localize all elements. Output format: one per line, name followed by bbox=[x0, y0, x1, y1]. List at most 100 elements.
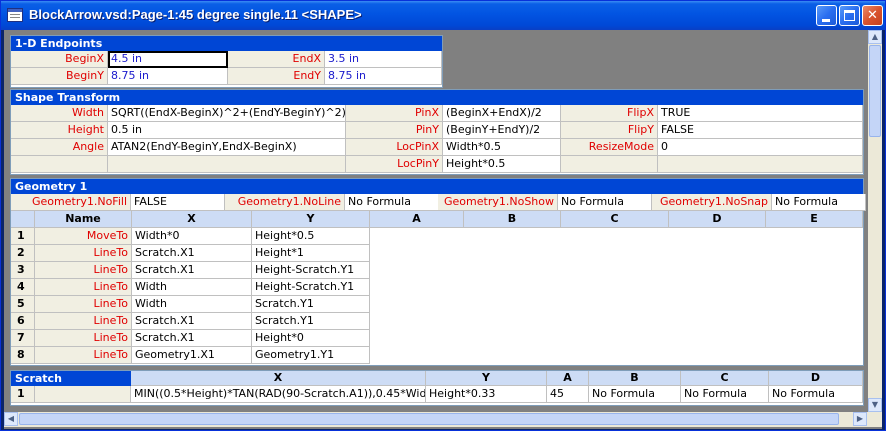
cell-y[interactable]: Height*1 bbox=[252, 245, 370, 262]
cell-x[interactable]: Scratch.X1 bbox=[132, 330, 252, 347]
column-header-b[interactable]: B bbox=[464, 211, 561, 228]
title-bar[interactable]: BlockArrow.vsd:Page-1:45 degree single.1… bbox=[1, 1, 885, 30]
column-header-a[interactable]: A bbox=[370, 211, 464, 228]
cell-y[interactable]: Scratch.Y1 bbox=[252, 313, 370, 330]
cell-row-name[interactable]: LineTo bbox=[35, 313, 132, 330]
horizontal-scroll-thumb[interactable] bbox=[19, 413, 839, 425]
cell-x[interactable]: Scratch.X1 bbox=[132, 245, 252, 262]
column-header-x[interactable]: X bbox=[132, 211, 252, 228]
section-title: Geometry 1 bbox=[11, 179, 863, 194]
column-header-d[interactable]: D bbox=[769, 371, 863, 386]
cell-value-height[interactable]: 0.5 in bbox=[108, 122, 346, 139]
cell-y[interactable]: Height*0.5 bbox=[252, 228, 370, 245]
cell-c[interactable]: No Formula bbox=[681, 386, 769, 403]
cell-b[interactable]: No Formula bbox=[589, 386, 681, 403]
cell-value-endy[interactable]: 8.75 in bbox=[325, 68, 442, 85]
row-number: 1 bbox=[11, 228, 35, 245]
cell-label-empty bbox=[11, 156, 108, 173]
cell-value-locpiny[interactable]: Height*0.5 bbox=[443, 156, 561, 173]
cell-value-beginy[interactable]: 8.75 in bbox=[108, 68, 228, 85]
cell-row-name[interactable]: LineTo bbox=[35, 279, 132, 296]
column-header-y[interactable]: Y bbox=[426, 371, 547, 386]
cell-value-flipx[interactable]: TRUE bbox=[658, 105, 863, 122]
cell-label-empty bbox=[561, 156, 658, 173]
cell-a[interactable]: 45 bbox=[547, 386, 589, 403]
column-header-e[interactable]: E bbox=[766, 211, 863, 228]
section-title: Scratch bbox=[11, 371, 131, 386]
scroll-left-button[interactable]: ◀ bbox=[4, 412, 18, 426]
cell-row-name[interactable]: LineTo bbox=[35, 296, 132, 313]
cell-label-endx: EndX bbox=[228, 51, 325, 68]
cell-label-flipy: FlipY bbox=[561, 122, 658, 139]
close-icon: ✕ bbox=[867, 8, 878, 23]
cell-row-name[interactable]: LineTo bbox=[35, 245, 132, 262]
cell-x[interactable]: Scratch.X1 bbox=[132, 313, 252, 330]
cell-x[interactable]: MIN((0.5*Height)*TAN(RAD(90-Scratch.A1))… bbox=[131, 386, 426, 403]
cell-y[interactable]: Height*0 bbox=[252, 330, 370, 347]
cell-value-width[interactable]: SQRT((EndX-BeginX)^2+(EndY-BeginY)^2) bbox=[108, 105, 346, 122]
cell-row-name[interactable]: MoveTo bbox=[35, 228, 132, 245]
horizontal-scrollbar[interactable]: ◀ ▶ bbox=[4, 412, 868, 427]
cell-row-name[interactable]: LineTo bbox=[35, 262, 132, 279]
cell-value-resizemode[interactable]: 0 bbox=[658, 139, 863, 156]
cell-value-flipy[interactable]: FALSE bbox=[658, 122, 863, 139]
column-header-a[interactable]: A bbox=[547, 371, 589, 386]
cell-label-geometry1-nofill: Geometry1.NoFill bbox=[11, 194, 131, 211]
cell-value-geometry1-noshow[interactable]: No Formula bbox=[558, 194, 652, 211]
arrow-up-icon: ▲ bbox=[871, 32, 879, 41]
vertical-scroll-thumb[interactable] bbox=[869, 45, 881, 137]
column-header-d[interactable]: D bbox=[669, 211, 766, 228]
column-header-y[interactable]: Y bbox=[252, 211, 370, 228]
row-header-corner bbox=[11, 211, 35, 228]
row-number: 2 bbox=[11, 245, 35, 262]
cell-value-geometry1-nofill[interactable]: FALSE bbox=[131, 194, 225, 211]
cell-value-endx[interactable]: 3.5 in bbox=[325, 51, 442, 68]
cell-label-resizemode: ResizeMode bbox=[561, 139, 658, 156]
column-header-c[interactable]: C bbox=[681, 371, 769, 386]
maximize-icon bbox=[844, 10, 855, 21]
cell-y[interactable]: Height*0.33 bbox=[426, 386, 547, 403]
column-header-x[interactable]: X bbox=[131, 371, 426, 386]
cell-y[interactable]: Scratch.Y1 bbox=[252, 296, 370, 313]
cell-value-geometry1-noline[interactable]: No Formula bbox=[345, 194, 439, 211]
cell-value-locpinx[interactable]: Width*0.5 bbox=[443, 139, 561, 156]
cell-label-piny: PinY bbox=[346, 122, 443, 139]
cell-x[interactable]: Width bbox=[132, 279, 252, 296]
column-header-name[interactable]: Name bbox=[35, 211, 132, 228]
minimize-icon bbox=[822, 19, 830, 22]
cell-row-name[interactable]: LineTo bbox=[35, 330, 132, 347]
cell-label-beginy: BeginY bbox=[11, 68, 108, 85]
row-number: 3 bbox=[11, 262, 35, 279]
cell-label-beginx: BeginX bbox=[11, 51, 108, 68]
minimize-button[interactable] bbox=[816, 5, 837, 26]
cell-y[interactable]: Geometry1.Y1 bbox=[252, 347, 370, 364]
scroll-down-button[interactable]: ▼ bbox=[868, 398, 882, 412]
row-number: 8 bbox=[11, 347, 35, 364]
cell-x[interactable]: Width*0 bbox=[132, 228, 252, 245]
cell-x[interactable]: Scratch.X1 bbox=[132, 262, 252, 279]
column-header-c[interactable]: C bbox=[561, 211, 669, 228]
maximize-button[interactable] bbox=[839, 5, 860, 26]
cell-value-pinx[interactable]: (BeginX+EndX)/2 bbox=[443, 105, 561, 122]
cell-x[interactable]: Geometry1.X1 bbox=[132, 347, 252, 364]
vertical-scrollbar[interactable]: ▲ ▼ bbox=[868, 30, 882, 412]
section-1d-endpoints: 1-D Endpoints BeginX 4.5 in EndX 3.5 in … bbox=[10, 35, 443, 88]
cell-row-name bbox=[35, 386, 131, 403]
cell-value-beginx[interactable]: 4.5 in bbox=[108, 51, 228, 68]
section-scratch: Scratch XYABCD 1 MIN((0.5*Height)*TAN(RAD… bbox=[10, 370, 864, 406]
section-title: Shape Transform bbox=[11, 90, 863, 105]
cell-x[interactable]: Width bbox=[132, 296, 252, 313]
cell-value-angle[interactable]: ATAN2(EndY-BeginY,EndX-BeginX) bbox=[108, 139, 346, 156]
column-header-b[interactable]: B bbox=[589, 371, 681, 386]
row-number: 7 bbox=[11, 330, 35, 347]
cell-y[interactable]: Height-Scratch.Y1 bbox=[252, 262, 370, 279]
cell-value-piny[interactable]: (BeginY+EndY)/2 bbox=[443, 122, 561, 139]
section-shape-transform: Shape Transform Width SQRT((EndX-BeginX)^… bbox=[10, 89, 864, 175]
close-button[interactable]: ✕ bbox=[862, 5, 883, 26]
cell-y[interactable]: Height-Scratch.Y1 bbox=[252, 279, 370, 296]
cell-d[interactable]: No Formula bbox=[769, 386, 863, 403]
cell-value-geometry1-nosnap[interactable]: No Formula bbox=[772, 194, 866, 211]
scroll-right-button[interactable]: ▶ bbox=[853, 412, 867, 426]
cell-row-name[interactable]: LineTo bbox=[35, 347, 132, 364]
scroll-up-button[interactable]: ▲ bbox=[868, 30, 882, 44]
